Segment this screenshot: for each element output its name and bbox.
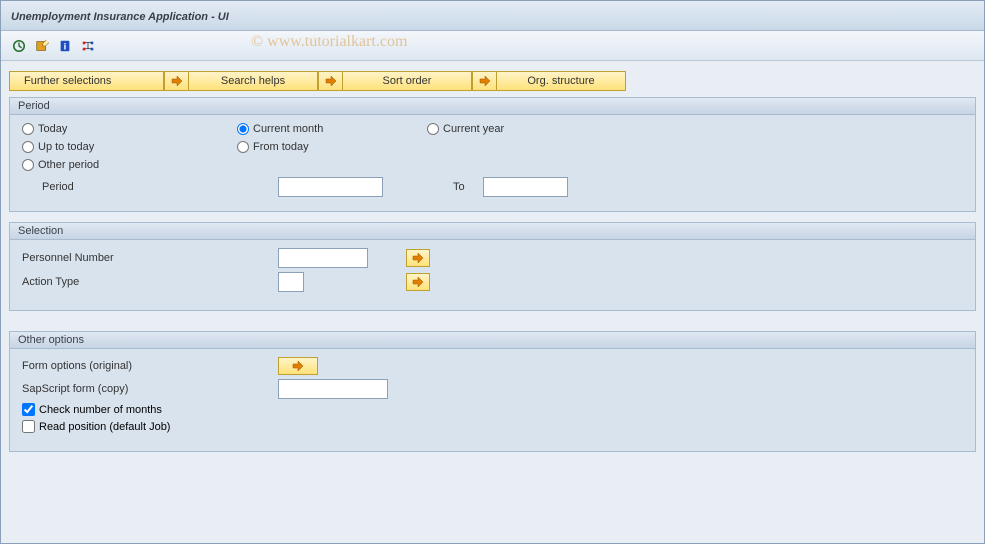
- from-today-label: From today: [253, 141, 309, 153]
- info-icon[interactable]: i: [55, 36, 75, 56]
- sort-order-label: Sort order: [383, 75, 432, 87]
- further-selections-button[interactable]: Further selections: [9, 71, 164, 91]
- check-months-label: Check number of months: [39, 404, 162, 416]
- sapscript-input[interactable]: [278, 379, 388, 399]
- read-position-label: Read position (default Job): [39, 421, 170, 433]
- other-period-label: Other period: [38, 159, 99, 171]
- from-today-radio[interactable]: [237, 141, 249, 153]
- action-type-input[interactable]: [278, 272, 304, 292]
- execute-icon[interactable]: [9, 36, 29, 56]
- action-type-more-button[interactable]: [406, 273, 430, 291]
- period-from-input[interactable]: [278, 177, 383, 197]
- period-to-label: To: [453, 181, 483, 193]
- other-options-legend: Other options: [10, 332, 975, 349]
- current-year-label: Current year: [443, 123, 504, 135]
- svg-text:i: i: [64, 41, 67, 52]
- today-radio[interactable]: [22, 123, 34, 135]
- content-area: Further selections Search helps Sort ord…: [1, 61, 984, 472]
- sapscript-label: SapScript form (copy): [22, 383, 278, 395]
- current-month-label: Current month: [253, 123, 323, 135]
- selection-group: Selection Personnel Number Action Type: [9, 222, 976, 311]
- personnel-number-more-button[interactable]: [406, 249, 430, 267]
- selection-legend: Selection: [10, 223, 975, 240]
- personnel-number-input[interactable]: [278, 248, 368, 268]
- search-helps-label: Search helps: [221, 75, 285, 87]
- form-options-button[interactable]: [278, 357, 318, 375]
- up-to-today-label: Up to today: [38, 141, 94, 153]
- other-options-group: Other options Form options (original) Sa…: [9, 331, 976, 452]
- arrow-icon: [318, 71, 342, 91]
- period-group: Period Today Current month Current year …: [9, 97, 976, 212]
- period-from-label: Period: [22, 181, 102, 193]
- get-variant-icon[interactable]: [32, 36, 52, 56]
- other-period-radio[interactable]: [22, 159, 34, 171]
- structure-icon[interactable]: [78, 36, 98, 56]
- personnel-number-label: Personnel Number: [22, 252, 278, 264]
- action-type-label: Action Type: [22, 276, 278, 288]
- today-label: Today: [38, 123, 67, 135]
- sort-order-button[interactable]: Sort order: [342, 71, 472, 91]
- current-month-radio[interactable]: [237, 123, 249, 135]
- read-position-checkbox[interactable]: [22, 420, 35, 433]
- further-selections-label: Further selections: [24, 75, 111, 87]
- current-year-radio[interactable]: [427, 123, 439, 135]
- org-structure-label: Org. structure: [527, 75, 594, 87]
- search-helps-button[interactable]: Search helps: [188, 71, 318, 91]
- org-structure-button[interactable]: Org. structure: [496, 71, 626, 91]
- title-bar: Unemployment Insurance Application - UI: [1, 1, 984, 31]
- arrow-icon: [164, 71, 188, 91]
- page-title: Unemployment Insurance Application - UI: [11, 11, 229, 23]
- period-to-input[interactable]: [483, 177, 568, 197]
- period-legend: Period: [10, 98, 975, 115]
- toolbar: i: [1, 31, 984, 61]
- form-options-label: Form options (original): [22, 360, 278, 372]
- check-months-checkbox[interactable]: [22, 403, 35, 416]
- up-to-today-radio[interactable]: [22, 141, 34, 153]
- arrow-icon: [472, 71, 496, 91]
- selection-buttons-row: Further selections Search helps Sort ord…: [9, 71, 976, 91]
